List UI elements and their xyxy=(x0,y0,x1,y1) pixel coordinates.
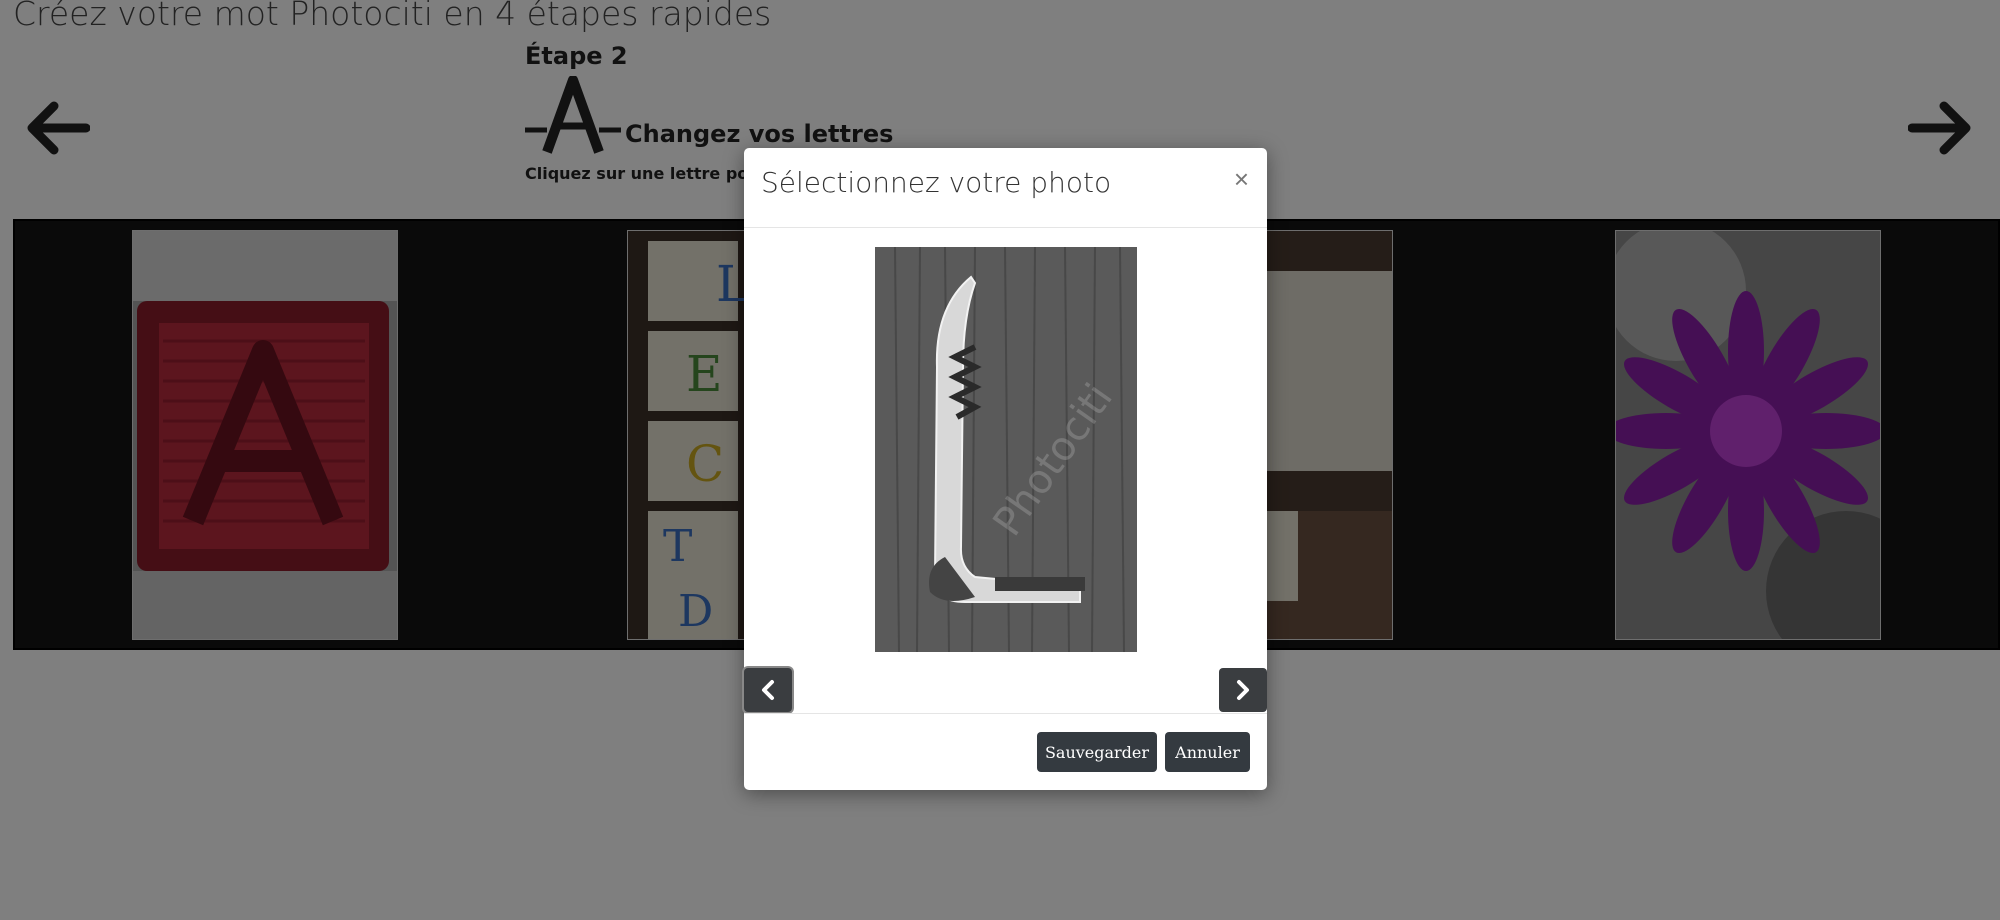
corkscrew-letter-l-image: Photociti xyxy=(875,247,1137,652)
modal-title: Sélectionnez votre photo xyxy=(761,166,1112,199)
next-photo-button[interactable] xyxy=(1219,668,1267,712)
modal-header: Sélectionnez votre photo × xyxy=(744,148,1267,228)
cancel-button[interactable]: Annuler xyxy=(1165,732,1250,772)
modal-footer: Sauvegarder Annuler xyxy=(744,713,1267,790)
chevron-left-icon xyxy=(762,680,774,700)
selected-photo: Photociti xyxy=(875,247,1137,652)
chevron-right-icon xyxy=(1237,680,1249,700)
page: Créez votre mot Photociti en 4 étapes ra… xyxy=(0,0,2000,920)
photo-select-modal: Sélectionnez votre photo × Photociti Sau… xyxy=(744,148,1267,790)
close-button[interactable]: × xyxy=(1234,166,1249,192)
save-button[interactable]: Sauvegarder xyxy=(1037,732,1157,772)
previous-photo-button[interactable] xyxy=(744,668,792,712)
